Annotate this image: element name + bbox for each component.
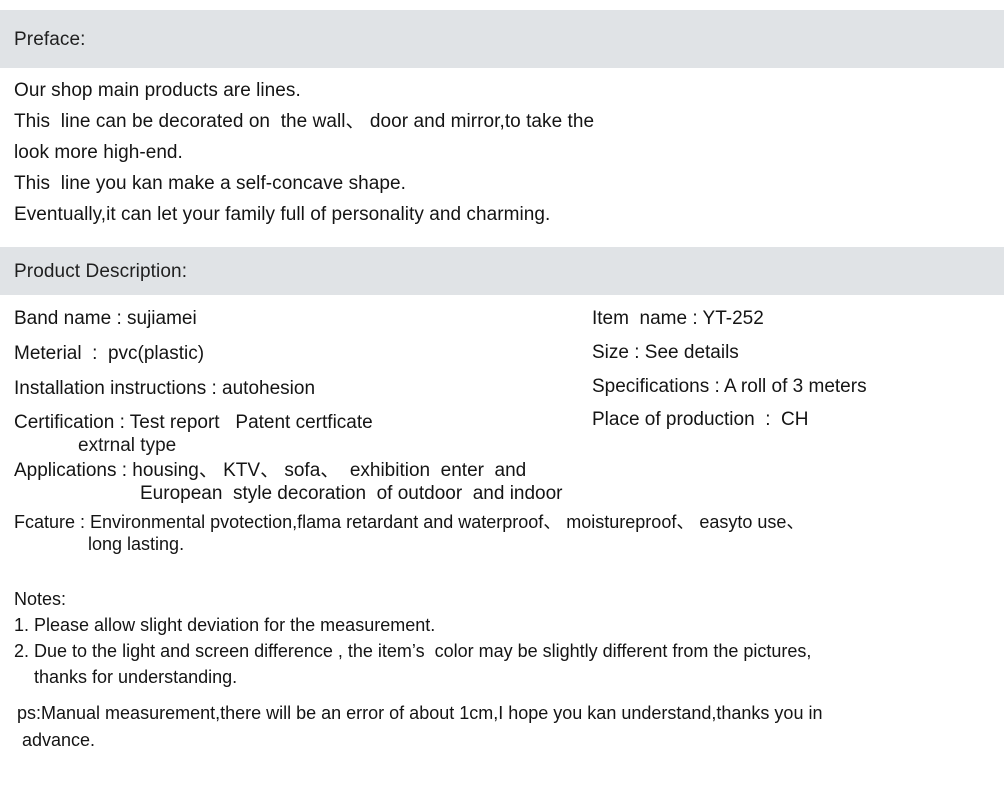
product-description-section-header: Product Description: [0, 247, 1004, 295]
product-description-heading: Product Description: [14, 260, 188, 282]
spec-certification-subline: extrnal type [78, 435, 177, 457]
notes-heading: Notes: [14, 589, 67, 609]
spec-band-name: Band name : sujiamei [14, 308, 197, 329]
notes-item-2: 2. Due to the light and screen differenc… [14, 641, 812, 662]
spec-column-left: Band name : sujiamei Meterial : pvc(plas… [14, 308, 373, 458]
ps-line-2: advance. [17, 730, 96, 750]
preface-line-4: This line you kan make a self-concave sh… [14, 172, 406, 194]
preface-body: Our shop main products are lines. This l… [14, 80, 594, 235]
preface-line-3: look more high-end. [14, 141, 183, 163]
spec-material: Meterial : pvc(plastic) [14, 342, 205, 364]
preface-line-2: This line can be decorated on the wall、 … [14, 110, 595, 132]
spec-specifications: Specifications : A roll of 3 meters [592, 375, 867, 397]
notes-item-2-continued: thanks for understanding. [14, 667, 238, 688]
preface-heading: Preface: [14, 28, 86, 50]
spec-installation-instructions: Installation instructions : autohesion [14, 377, 316, 399]
spec-fcature: Fcature : Environmental pvotection,flama… [14, 512, 804, 556]
spec-applications-line-2: European style decoration of outdoor and… [140, 483, 563, 505]
spec-applications-line-1: Applications : housing、 KTV、 sofa、 exhib… [14, 460, 527, 481]
spec-fcature-line-2: long lasting. [88, 533, 185, 554]
notes-item-1: 1. Please allow slight deviation for the… [14, 615, 436, 636]
ps-block: ps:Manual measurement,there will be an e… [17, 700, 822, 754]
spec-applications: Applications : housing、 KTV、 sofa、 exhib… [14, 459, 563, 505]
spec-certification: Certification : Test report Patent certf… [14, 412, 373, 434]
preface-line-5: Eventually,it can let your family full o… [14, 203, 551, 225]
spec-column-right: Item name : YT-252 Size : See details Sp… [592, 308, 867, 443]
spec-fcature-line-1: Fcature : Environmental pvotection,flama… [14, 512, 805, 532]
preface-line-1: Our shop main products are lines. [14, 80, 301, 101]
spec-item-name: Item name : YT-252 [592, 308, 764, 329]
spec-size: Size : See details [592, 341, 739, 363]
spec-place-of-production: Place of production : CH [592, 409, 809, 431]
ps-line-1: ps:Manual measurement,there will be an e… [17, 703, 823, 723]
product-description-page: Preface: Our shop main products are line… [0, 0, 1004, 800]
notes-block: Notes: 1. Please allow slight deviation … [14, 586, 811, 690]
preface-section-header: Preface: [0, 10, 1004, 68]
